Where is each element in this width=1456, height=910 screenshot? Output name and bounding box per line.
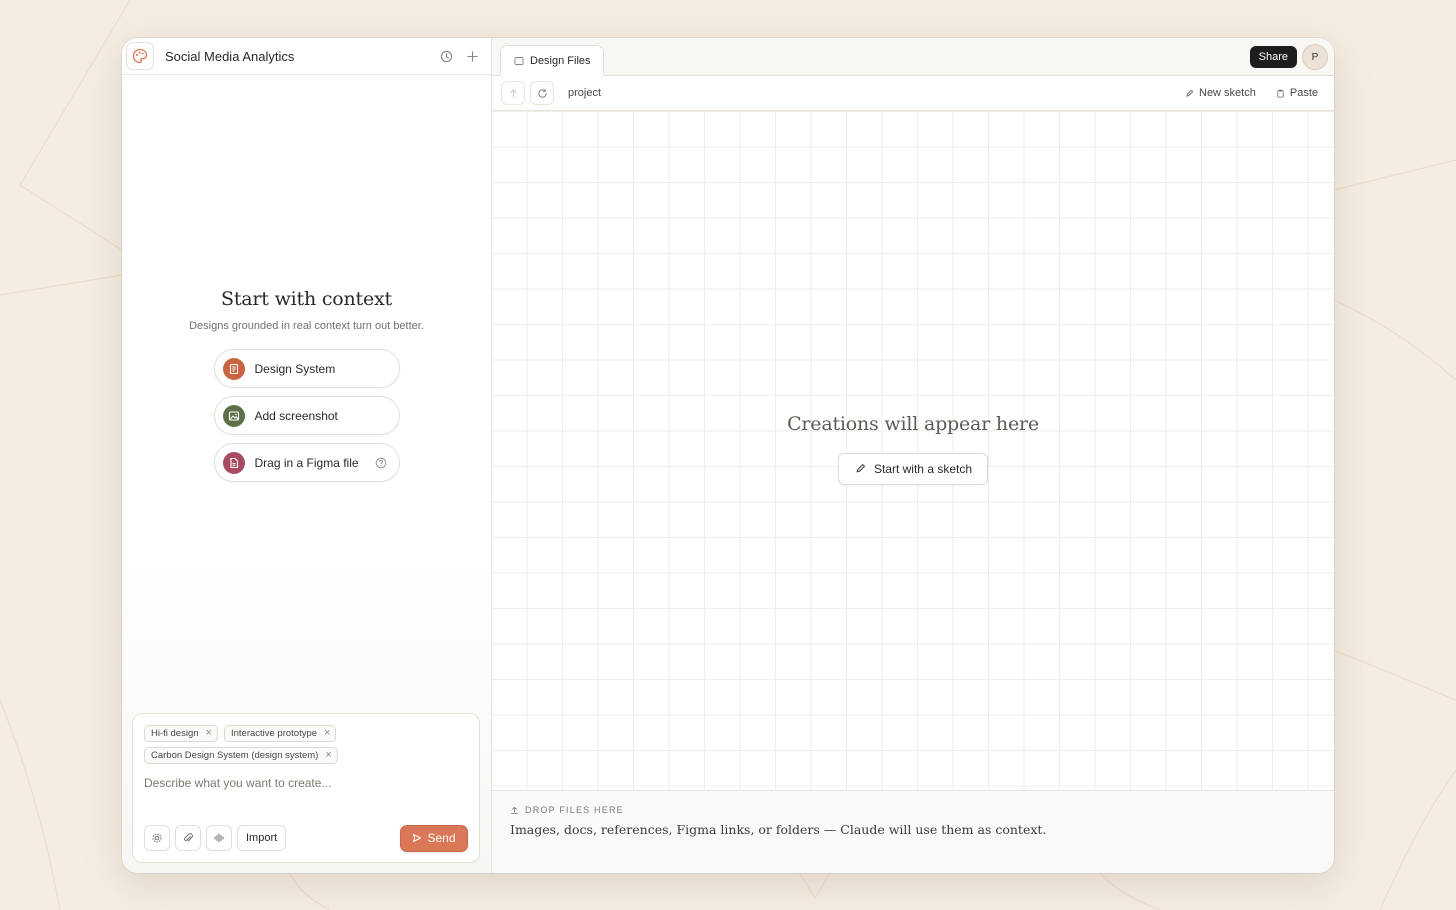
- pen-icon: [1185, 89, 1194, 98]
- chip-design-system: Carbon Design System (design system) ×: [144, 747, 338, 764]
- sketch-button-label: Start with a sketch: [873, 461, 973, 476]
- design-system-option[interactable]: Design System: [213, 349, 400, 388]
- option-label: Design System: [254, 361, 336, 376]
- selected-chips: Hi-fi design × Interactive prototype × C…: [144, 725, 384, 764]
- paste-label: Paste: [1289, 87, 1318, 99]
- send-icon: [412, 833, 422, 843]
- chip-label: Hi-fi design: [151, 728, 199, 739]
- paste-button[interactable]: Paste: [1276, 87, 1318, 99]
- composer-toolbar: Import Send: [144, 824, 468, 852]
- image-icon: [222, 404, 245, 427]
- plus-icon[interactable]: [461, 45, 483, 67]
- dropzone-description: Images, docs, references, Figma links, o…: [510, 822, 1047, 837]
- dropzone-label: DROP FILES HERE: [510, 805, 1316, 815]
- refresh-icon: [537, 88, 548, 99]
- share-button[interactable]: Share: [1249, 46, 1297, 68]
- option-label: Drag in a Figma file: [254, 455, 359, 470]
- prompt-composer: Hi-fi design × Interactive prototype × C…: [132, 713, 480, 863]
- figma-file-option[interactable]: Drag in a Figma file: [213, 443, 400, 482]
- chip-hifi-design: Hi-fi design ×: [144, 725, 218, 742]
- toolbar-actions: New sketch Paste: [1185, 87, 1325, 99]
- up-directory-button[interactable]: [501, 81, 525, 105]
- empty-state-title: Creations will appear here: [787, 412, 1039, 435]
- paperclip-icon: [182, 832, 194, 844]
- context-subtitle: Designs grounded in real context turn ou…: [189, 320, 424, 332]
- context-options: Design System Add screenshot Drag in a F…: [213, 349, 400, 482]
- folder-icon: [514, 56, 524, 66]
- tab-bar: Design Files Share P: [492, 38, 1334, 76]
- close-icon[interactable]: ×: [325, 750, 331, 761]
- tab-label: Design Files: [530, 55, 591, 67]
- design-canvas[interactable]: Creations will appear here Start with a …: [492, 111, 1334, 790]
- canvas-panel: Design Files Share P project New sketch …: [492, 38, 1334, 873]
- upload-icon: [510, 806, 519, 815]
- send-label: Send: [427, 831, 456, 845]
- start-sketch-button[interactable]: Start with a sketch: [837, 452, 989, 485]
- new-sketch-label: New sketch: [1199, 87, 1256, 99]
- option-label: Add screenshot: [254, 408, 338, 423]
- context-title: Start with context: [221, 288, 392, 310]
- clipboard-icon: [1276, 89, 1285, 98]
- file-icon: [222, 451, 245, 474]
- chip-interactive-prototype: Interactive prototype ×: [223, 725, 337, 742]
- close-icon[interactable]: ×: [324, 728, 330, 739]
- breadcrumb[interactable]: project: [568, 87, 601, 99]
- palette-icon[interactable]: [126, 42, 154, 70]
- file-toolbar: project New sketch Paste: [492, 75, 1334, 111]
- file-dropzone[interactable]: DROP FILES HERE Images, docs, references…: [492, 790, 1334, 873]
- header-actions: Share P: [1249, 44, 1328, 70]
- settings-button[interactable]: [144, 825, 170, 851]
- import-button[interactable]: Import: [237, 825, 287, 851]
- chip-label: Carbon Design System (design system): [151, 750, 319, 761]
- voice-button[interactable]: [206, 825, 232, 851]
- new-sketch-button[interactable]: New sketch: [1185, 87, 1256, 99]
- send-button[interactable]: Send: [400, 824, 468, 852]
- history-icon[interactable]: [435, 45, 457, 67]
- help-icon[interactable]: [375, 457, 387, 469]
- arrow-up-icon: [508, 88, 519, 99]
- chat-panel: Social Media Analytics Start with contex…: [122, 38, 492, 873]
- chat-header: Social Media Analytics: [122, 38, 491, 75]
- avatar[interactable]: P: [1302, 44, 1328, 70]
- add-screenshot-option[interactable]: Add screenshot: [213, 396, 400, 435]
- close-icon[interactable]: ×: [206, 728, 212, 739]
- project-title[interactable]: Social Media Analytics: [165, 49, 431, 64]
- app-window: Social Media Analytics Start with contex…: [122, 38, 1334, 873]
- dropzone-label-text: DROP FILES HERE: [525, 805, 624, 815]
- chip-label: Interactive prototype: [230, 728, 318, 739]
- tab-design-files[interactable]: Design Files: [500, 45, 604, 76]
- pen-icon: [855, 463, 866, 474]
- document-icon: [222, 357, 245, 380]
- prompt-input[interactable]: Describe what you want to create...: [144, 776, 468, 790]
- gear-icon: [151, 832, 163, 844]
- attach-button[interactable]: [175, 825, 201, 851]
- waveform-icon: [213, 832, 225, 844]
- refresh-button[interactable]: [530, 81, 554, 105]
